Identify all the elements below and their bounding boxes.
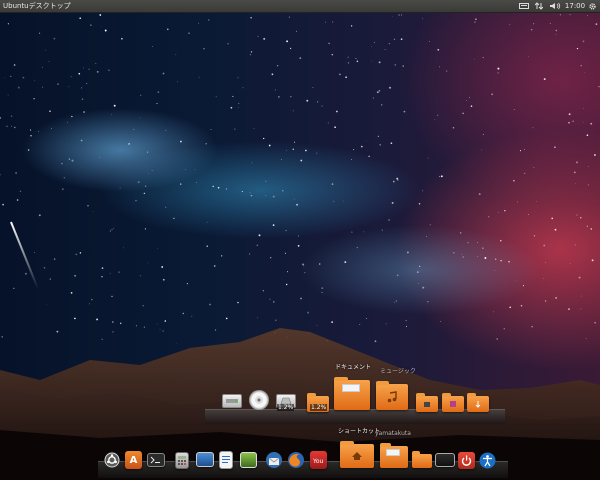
desktop-folder-icon[interactable] (412, 451, 432, 468)
music-label: ミュージック (380, 368, 416, 375)
music-folder-icon[interactable] (376, 381, 408, 410)
documents-folder-icon[interactable] (380, 443, 408, 468)
system-monitor-icon[interactable] (196, 452, 214, 467)
writer-icon[interactable] (219, 451, 233, 469)
optical-disc-icon[interactable] (249, 390, 269, 410)
clock[interactable]: 17:00 (565, 0, 585, 12)
hard-drive-icon[interactable] (222, 394, 242, 408)
pictures-folder-icon[interactable] (442, 393, 464, 412)
user-label: yamatakuta (375, 430, 411, 437)
videos-folder-icon[interactable] (467, 393, 489, 412)
terminal-icon[interactable] (147, 453, 165, 467)
home-folder-icon[interactable] (340, 441, 374, 468)
software-center-icon[interactable]: A (125, 451, 142, 469)
drive-usage-label: 1.2% (277, 404, 295, 411)
youtube-icon[interactable]: You (310, 451, 327, 469)
thunderbird-icon[interactable] (265, 451, 283, 469)
power-icon[interactable] (458, 452, 475, 469)
documents-folder-icon[interactable] (334, 377, 370, 410)
keyboard-icon[interactable] (518, 0, 530, 12)
ubuntu-icon[interactable] (104, 452, 120, 468)
window-title: Ubuntuデスクトップ (3, 2, 71, 10)
session-gear-icon[interactable] (586, 0, 598, 12)
workspace-icon[interactable] (435, 453, 455, 467)
documents-label: ドキュメント (335, 364, 372, 371)
volume-icon[interactable] (548, 0, 562, 12)
image-viewer-icon[interactable] (240, 452, 257, 468)
firefox-icon[interactable] (287, 451, 305, 469)
accessibility-icon[interactable] (479, 452, 496, 469)
shortcuts-label: ショートカット (338, 428, 381, 435)
svg-text:You: You (313, 458, 324, 465)
calculator-icon[interactable] (175, 452, 189, 469)
network-icon[interactable] (534, 0, 544, 12)
top-panel: Ubuntuデスクトップ 17:00 (0, 0, 600, 13)
drive-usage-label: 1.2% (310, 404, 328, 411)
downloads-folder-icon[interactable] (416, 393, 438, 412)
